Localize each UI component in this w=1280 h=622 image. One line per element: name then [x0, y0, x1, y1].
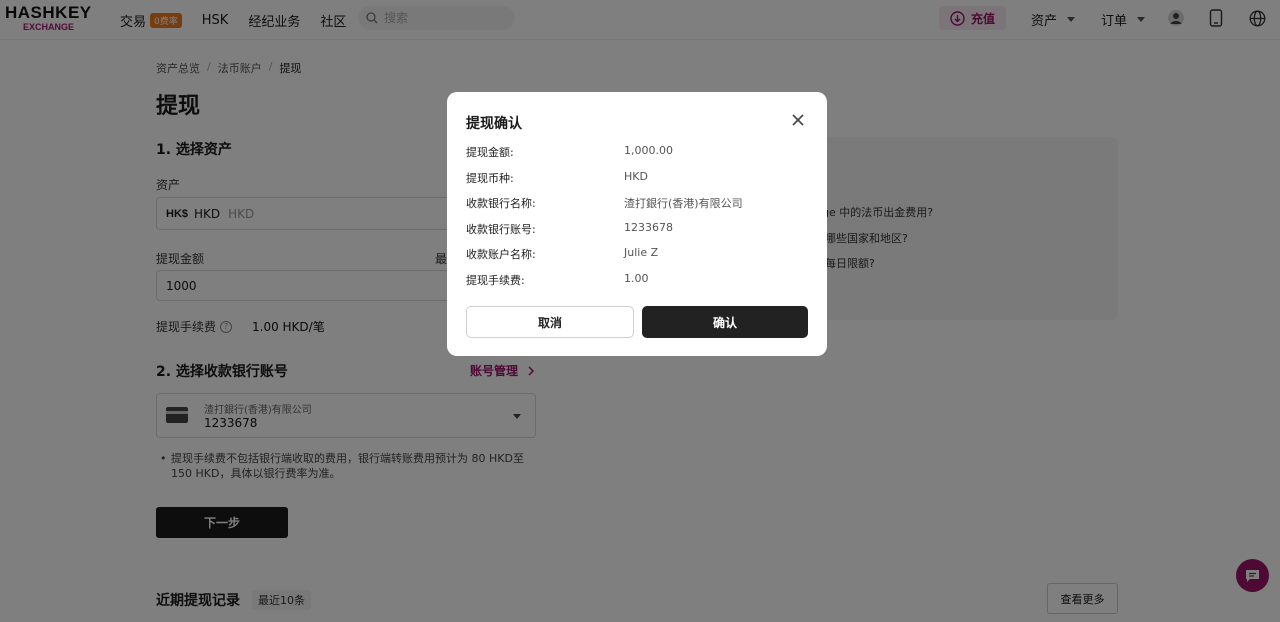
withdraw-confirm-dialog: 提现确认 提现金额: 1,000.00 提现币种: HKD 收款银行名称: 渣打…	[447, 92, 827, 356]
fee-row-value: 1.00	[624, 272, 649, 285]
amount-row-label: 提现金额:	[466, 146, 514, 159]
cancel-button[interactable]: 取消	[466, 306, 634, 338]
currency-row-value: HKD	[624, 170, 648, 183]
account-name-row-label: 收款账户名称:	[466, 248, 536, 261]
fee-row-label: 提现手续费:	[466, 274, 525, 287]
account-name-row-value: Julie Z	[624, 246, 659, 259]
bank-name-row-label: 收款银行名称:	[466, 197, 536, 210]
amount-row-value: 1,000.00	[624, 144, 673, 157]
bank-account-row-value: 1233678	[624, 221, 673, 234]
bank-account-row-label: 收款银行账号:	[466, 223, 536, 236]
confirm-button[interactable]: 确认	[642, 306, 808, 338]
dialog-title: 提现确认	[466, 116, 522, 132]
close-icon[interactable]	[790, 112, 806, 128]
currency-row-label: 提现币种:	[466, 172, 514, 185]
bank-name-row-value: 渣打銀行(香港)有限公司	[624, 197, 743, 210]
